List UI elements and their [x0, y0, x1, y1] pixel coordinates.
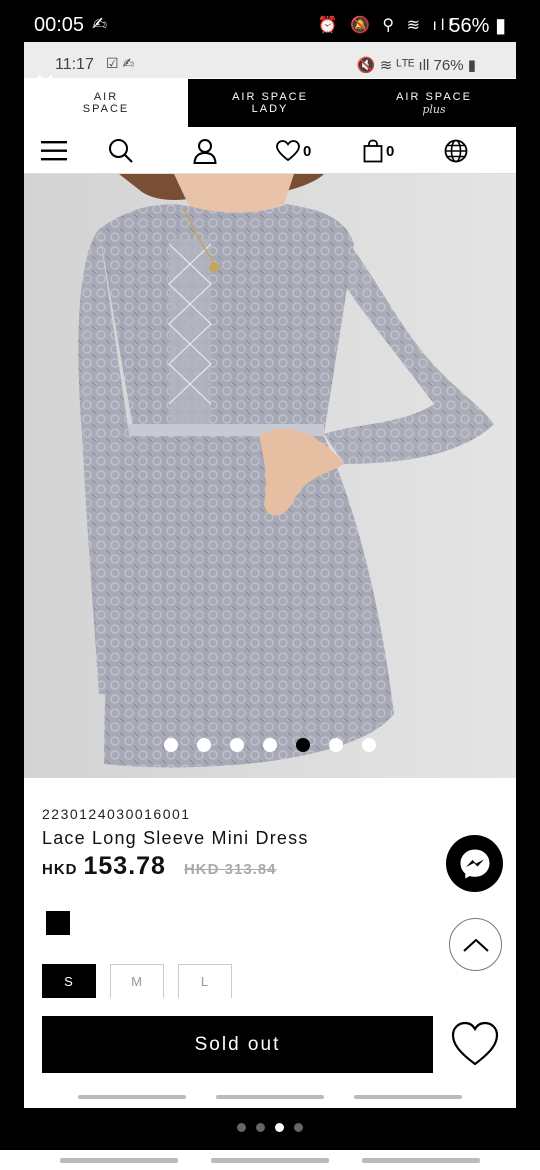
menu-icon[interactable]: [41, 138, 67, 164]
current-price: 153.78: [83, 852, 166, 880]
carousel-dot[interactable]: [296, 738, 310, 752]
tab-air-space-plus[interactable]: AIR SPACE plus: [352, 79, 516, 127]
heart-icon: [276, 140, 300, 162]
app-screenshot: 11:17 ☑ ✍ 🔇 ≋ ᴸᵀᴱ ıll 76% ▮ × AIR SPACE A…: [24, 42, 516, 1108]
carousel-dot[interactable]: [362, 738, 376, 752]
size-option-s[interactable]: S: [42, 964, 96, 998]
cart-button[interactable]: 0: [363, 138, 394, 164]
product-sku: 2230124030016001: [42, 806, 191, 822]
inner-nav-handle: [24, 1095, 516, 1103]
scroll-to-top-button[interactable]: [449, 918, 502, 971]
carousel-dot[interactable]: [230, 738, 244, 752]
nav-recents-handle[interactable]: [60, 1158, 178, 1163]
shopping-bag-icon: [363, 139, 383, 163]
size-option-l[interactable]: L: [178, 964, 232, 998]
pager-dot: [275, 1123, 284, 1132]
carousel-dot[interactable]: [197, 738, 211, 752]
price-row: HKD 153.78 HKD 313.84: [42, 852, 277, 882]
price-currency: HKD: [42, 861, 78, 878]
device-clock: 00:05: [34, 14, 85, 36]
messenger-chat-button[interactable]: [446, 835, 503, 892]
main-toolbar: 0 0: [24, 127, 516, 174]
pager-dot: [237, 1123, 246, 1132]
messenger-icon: [460, 849, 489, 878]
size-option-m[interactable]: M: [110, 964, 164, 998]
carousel-dot[interactable]: [263, 738, 277, 752]
pager-dot: [256, 1123, 265, 1132]
original-price: HKD 313.84: [183, 861, 277, 878]
pager-dot: [294, 1123, 303, 1132]
chevron-up-icon: [462, 938, 489, 952]
device-navigation-bar: [0, 1150, 540, 1170]
add-to-wishlist-button[interactable]: [450, 1020, 500, 1068]
heart-icon: [451, 1021, 499, 1066]
nav-home-handle[interactable]: [211, 1158, 329, 1163]
close-icon[interactable]: ×: [28, 66, 62, 100]
wishlist-count: 0: [303, 142, 312, 160]
globe-icon[interactable]: [444, 138, 468, 164]
carousel-dot[interactable]: [329, 738, 343, 752]
product-image-carousel[interactable]: [24, 174, 516, 778]
system-icons: ⏰ 🔕 ⚲ ≋ ıll: [317, 17, 456, 34]
search-icon[interactable]: [108, 138, 134, 164]
sold-out-button[interactable]: Sold out: [42, 1016, 433, 1073]
color-swatch-black[interactable]: [46, 911, 70, 935]
carousel-dot[interactable]: [164, 738, 178, 752]
wishlist-button[interactable]: 0: [276, 138, 311, 164]
tab-air-space-lady[interactable]: AIR SPACE LADY: [188, 79, 352, 127]
status-icons-left: ☑ ✍: [106, 55, 135, 71]
nav-back-handle[interactable]: [362, 1158, 480, 1163]
screenshot-pager: [0, 1119, 540, 1137]
product-photo: [24, 174, 516, 778]
product-name: Lace Long Sleeve Mini Dress: [42, 828, 309, 848]
notification-icon: ✍: [92, 14, 108, 34]
device-battery: 56% ▮: [449, 15, 506, 37]
app-battery: 🔇 ≋ ᴸᵀᴱ ıll 76% ▮: [356, 57, 476, 74]
app-status-bar: 11:17 ☑ ✍ 🔇 ≋ ᴸᵀᴱ ıll 76% ▮: [24, 42, 516, 78]
brand-tabs: AIR SPACE AIR SPACE LADY AIR SPACE plus: [24, 79, 516, 127]
cart-count: 0: [386, 142, 395, 160]
account-icon[interactable]: [193, 138, 217, 164]
carousel-indicators: [24, 738, 516, 757]
